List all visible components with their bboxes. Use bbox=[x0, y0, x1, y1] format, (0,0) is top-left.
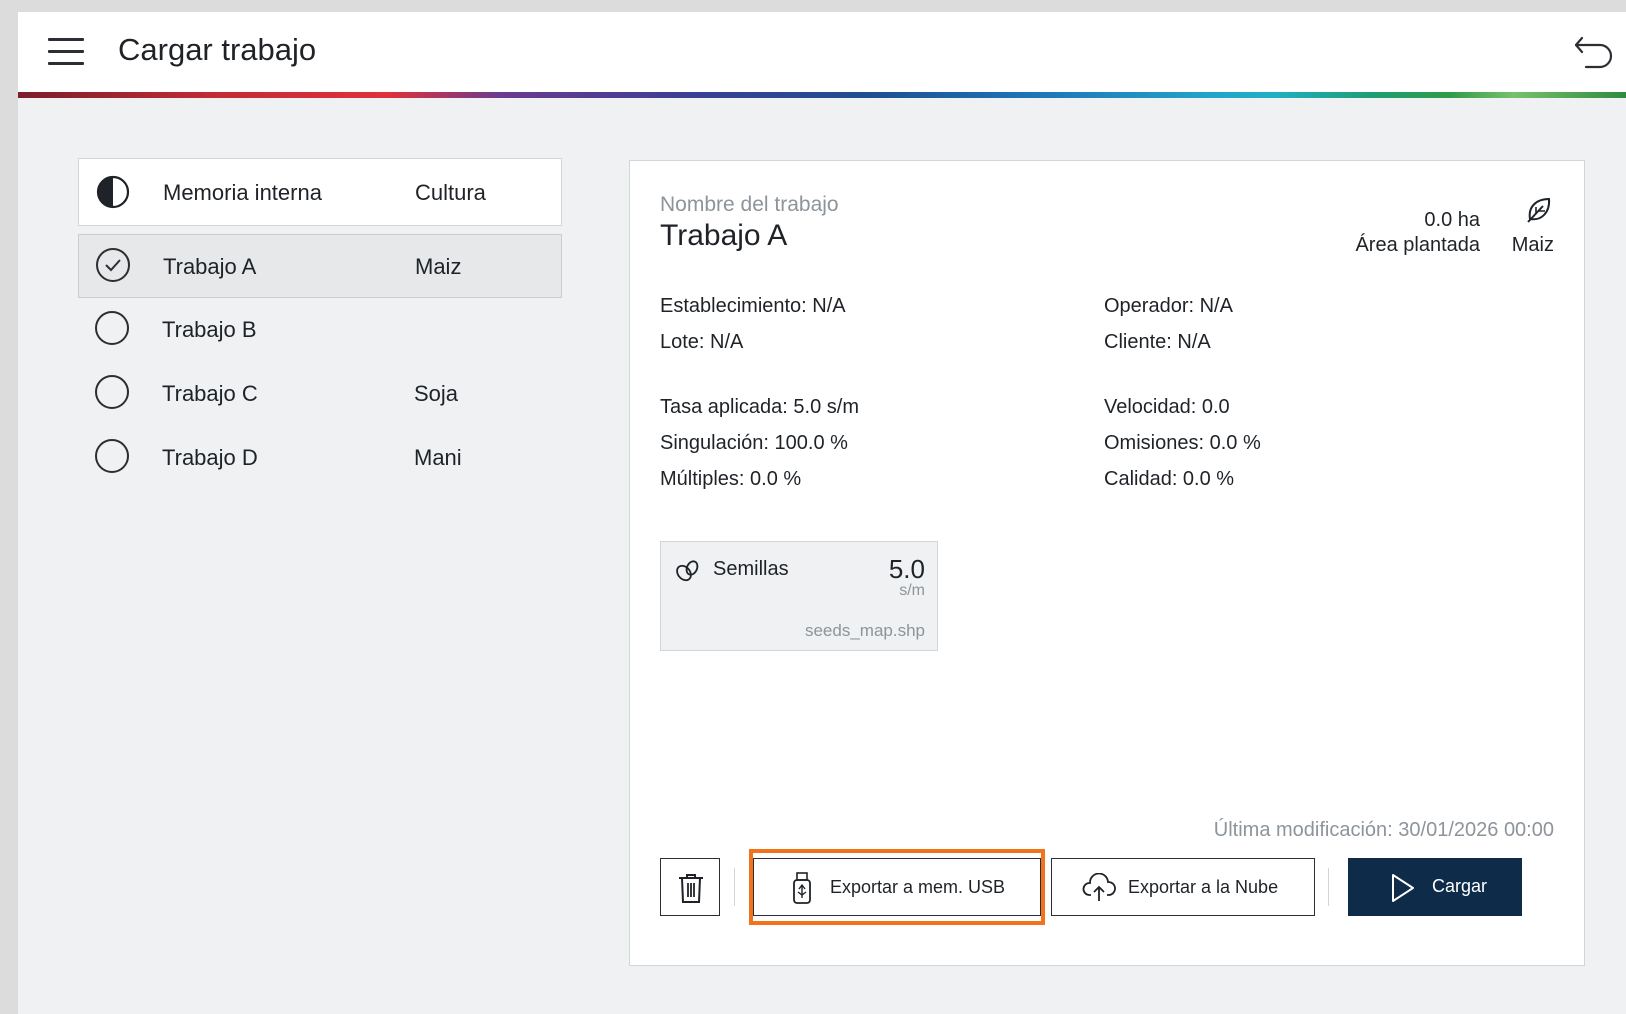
singulacion-info: Singulación: 100.0 % bbox=[660, 432, 848, 454]
job-crop: Mani bbox=[414, 445, 462, 470]
job-name-title: Trabajo A bbox=[660, 219, 788, 252]
check-circle-icon bbox=[96, 248, 130, 282]
job-crop: Soja bbox=[414, 381, 459, 406]
play-icon bbox=[1392, 874, 1414, 902]
omisiones-info: Omisiones: 0.0 % bbox=[1104, 432, 1261, 454]
load-label: Cargar bbox=[1432, 876, 1488, 896]
seed-map-file: seeds_map.shp bbox=[804, 621, 925, 640]
undo-arrow-icon[interactable] bbox=[1572, 30, 1616, 74]
radio-empty-icon bbox=[95, 439, 129, 473]
job-row-trabajo-d[interactable]: Trabajo D Mani bbox=[78, 426, 562, 490]
job-name: Trabajo D bbox=[162, 445, 258, 470]
app-window: Cargar trabajo Memoria interna Cultura T… bbox=[18, 12, 1626, 1014]
load-button[interactable]: Cargar bbox=[1348, 858, 1522, 916]
operador-info: Operador: N/A bbox=[1104, 295, 1233, 317]
cloud-upload-icon bbox=[1082, 873, 1116, 901]
last-modified: Última modificación: 30/01/2026 00:00 bbox=[1213, 819, 1554, 841]
leaf-icon bbox=[1527, 197, 1551, 223]
seeds-icon bbox=[676, 560, 699, 582]
brand-color-bar bbox=[18, 92, 1626, 98]
divider bbox=[1328, 868, 1329, 906]
highlight-box bbox=[749, 849, 1045, 925]
storage-label: Memoria interna bbox=[163, 180, 322, 205]
job-name: Trabajo B bbox=[162, 317, 257, 342]
planted-area-value: 0.0 ha bbox=[1424, 209, 1480, 231]
page-title: Cargar trabajo bbox=[118, 32, 317, 67]
contrast-icon bbox=[96, 175, 130, 209]
seed-map-card[interactable]: Semillas 5.0 s/m seeds_map.shp bbox=[660, 541, 938, 651]
divider bbox=[734, 868, 735, 906]
calidad-info: Calidad: 0.0 % bbox=[1104, 468, 1235, 490]
velocidad-info: Velocidad: 0.0 bbox=[1104, 396, 1230, 418]
job-list-header: Memoria interna Cultura bbox=[78, 158, 562, 226]
export-cloud-label: Exportar a la Nube bbox=[1128, 877, 1279, 897]
seed-rate-value: 5.0 bbox=[888, 554, 925, 584]
export-cloud-button[interactable]: Exportar a la Nube bbox=[1051, 858, 1315, 916]
seed-card-name: Semillas bbox=[713, 558, 789, 580]
job-name-label: Nombre del trabajo bbox=[660, 193, 839, 216]
hamburger-menu-icon[interactable] bbox=[48, 38, 84, 66]
cliente-info: Cliente: N/A bbox=[1104, 331, 1211, 353]
crop-column-label: Cultura bbox=[415, 180, 486, 205]
radio-empty-icon bbox=[95, 375, 129, 409]
crop-label: Maiz bbox=[1511, 234, 1554, 256]
job-row-trabajo-c[interactable]: Trabajo C Soja bbox=[78, 362, 562, 426]
multiples-info: Múltiples: 0.0 % bbox=[660, 468, 802, 490]
establecimiento-info: Establecimiento: N/A bbox=[660, 295, 846, 317]
delete-button[interactable] bbox=[660, 858, 720, 916]
job-row-trabajo-a[interactable]: Trabajo A Maiz bbox=[78, 234, 562, 298]
planted-area-label: Área plantada bbox=[1355, 234, 1480, 256]
job-crop: Maiz bbox=[415, 254, 462, 279]
job-detail-panel: Nombre del trabajo Trabajo A 0.0 ha Área… bbox=[629, 160, 1585, 966]
job-row-trabajo-b[interactable]: Trabajo B bbox=[78, 298, 562, 362]
tasa-info: Tasa aplicada: 5.0 s/m bbox=[660, 396, 859, 418]
job-name: Trabajo C bbox=[162, 381, 258, 406]
radio-empty-icon bbox=[95, 311, 129, 345]
trash-icon bbox=[679, 874, 703, 903]
lote-info: Lote: N/A bbox=[660, 331, 744, 353]
job-name: Trabajo A bbox=[163, 254, 257, 279]
seed-rate-unit: s/m bbox=[899, 582, 925, 599]
app-header: Cargar trabajo bbox=[18, 12, 1626, 92]
